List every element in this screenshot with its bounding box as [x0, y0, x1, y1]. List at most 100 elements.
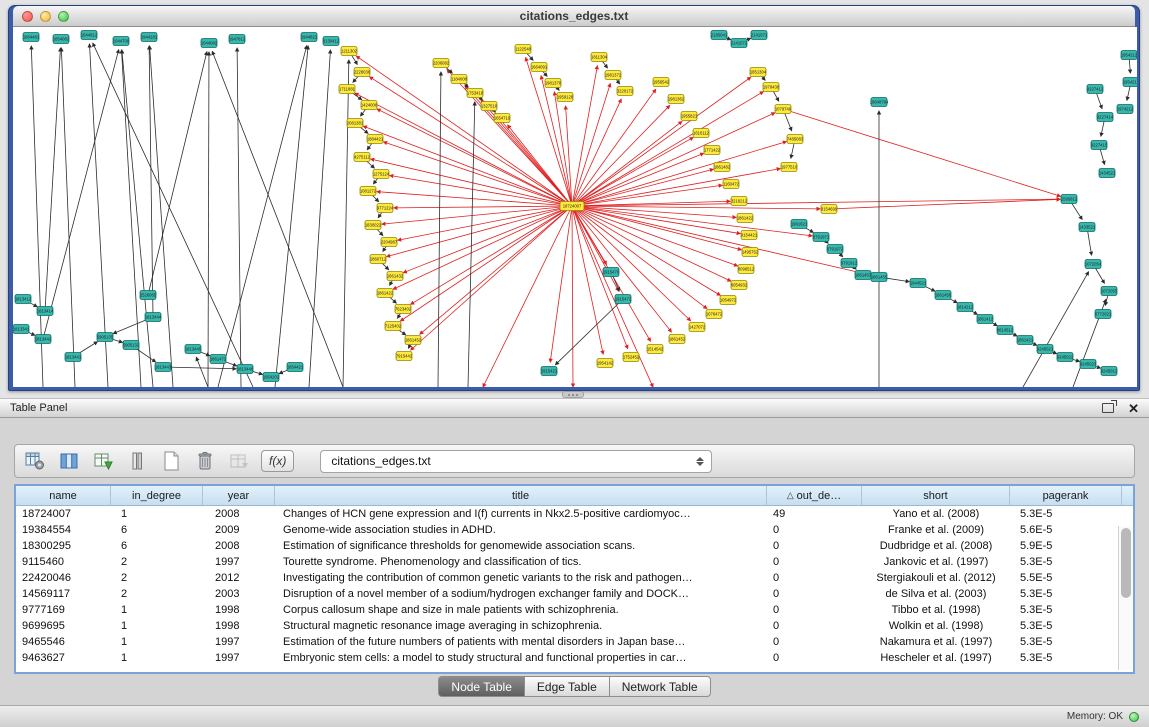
- graph-node[interactable]: 9771224: [377, 204, 394, 213]
- graph-node[interactable]: 1861472: [210, 355, 227, 364]
- graph-node[interactable]: 1830022: [365, 221, 382, 230]
- graph-node[interactable]: 9227415: [1091, 141, 1108, 150]
- graph-node[interactable]: 1771422: [704, 146, 721, 155]
- tab-network-table[interactable]: Network Table: [610, 676, 711, 697]
- table-row[interactable]: 946362711997Embryonic stem cells: a mode…: [16, 650, 1133, 666]
- graph-node[interactable]: 1814212: [957, 303, 974, 312]
- graph-node[interactable]: 1327518: [481, 102, 498, 111]
- graph-node[interactable]: 2206082: [433, 59, 450, 68]
- graph-node[interactable]: 5905135: [97, 333, 114, 342]
- graph-node[interactable]: 19648794: [870, 98, 889, 107]
- table-row[interactable]: 977716911998Corpus callosum shape and si…: [16, 602, 1133, 618]
- graph-node[interactable]: 1944812: [81, 31, 98, 40]
- graph-node[interactable]: 1861456: [935, 291, 952, 300]
- graph-node[interactable]: 1811304: [591, 53, 608, 62]
- graph-node[interactable]: 9245022: [1057, 353, 1074, 362]
- graph-node[interactable]: 2526065: [140, 291, 157, 300]
- graph-node[interactable]: 1954212: [1121, 51, 1137, 60]
- graph-node[interactable]: 8614512: [997, 326, 1014, 335]
- graph-node[interactable]: 9154421: [741, 231, 758, 240]
- graph-node[interactable]: 1813341: [13, 325, 30, 334]
- graph-node[interactable]: 1044082: [201, 39, 218, 48]
- graph-node[interactable]: 7485083: [787, 135, 804, 144]
- graph-node[interactable]: 1861455: [871, 273, 888, 282]
- graph-node[interactable]: 1915470: [603, 268, 620, 277]
- table-row[interactable]: 1830029562008Estimation of significance …: [16, 538, 1133, 554]
- table-vertical-scrollbar[interactable]: [1118, 526, 1133, 670]
- graph-node[interactable]: 1122548: [515, 45, 532, 54]
- tab-edge-table[interactable]: Edge Table: [525, 676, 610, 697]
- graph-node[interactable]: 1947812: [229, 35, 246, 44]
- graph-node[interactable]: 8130412: [323, 37, 340, 46]
- graph-node[interactable]: 1424006: [361, 101, 378, 110]
- graph-node[interactable]: 1616112: [693, 129, 710, 138]
- network-canvas[interactable]: 1211302222803617118811424006208138118844…: [13, 27, 1137, 387]
- graph-node[interactable]: 1851304: [750, 68, 767, 77]
- graph-node[interactable]: 8791972: [827, 245, 844, 254]
- graph-node[interactable]: 1044708: [113, 37, 130, 46]
- graph-node[interactable]: 8054932: [731, 281, 748, 290]
- import-file-icon[interactable]: [227, 449, 251, 473]
- graph-node[interactable]: 1861482: [714, 163, 731, 172]
- graph-node[interactable]: 1427072: [689, 323, 706, 332]
- graph-node[interactable]: 1915421: [541, 367, 558, 376]
- column-header-short[interactable]: short: [862, 486, 1010, 505]
- function-builder-button[interactable]: f(x): [261, 450, 294, 472]
- graph-node[interactable]: 1211302: [341, 47, 358, 56]
- graph-node[interactable]: 9245012: [1101, 367, 1118, 376]
- column-header-title[interactable]: title: [275, 486, 767, 505]
- graph-node[interactable]: 1981362: [668, 95, 685, 104]
- memory-status-indicator[interactable]: [1129, 712, 1139, 722]
- graph-node[interactable]: 9245021: [1037, 345, 1054, 354]
- graph-node[interactable]: 1954202: [263, 373, 280, 382]
- merge-rows-icon[interactable]: [125, 449, 149, 473]
- graph-node[interactable]: 2081381: [347, 119, 364, 128]
- graph-node[interactable]: 2204987: [381, 238, 398, 247]
- graph-node[interactable]: 1974212: [1117, 105, 1134, 114]
- graph-node[interactable]: 1955821: [681, 112, 698, 121]
- graph-node[interactable]: 1753418: [467, 89, 484, 98]
- graph-node[interactable]: 9227414: [1097, 113, 1114, 122]
- graph-node[interactable]: 1861421: [1017, 336, 1034, 345]
- delete-table-icon[interactable]: [193, 449, 217, 473]
- graph-node[interactable]: 1434521: [1099, 169, 1116, 178]
- graph-node[interactable]: 1944821: [301, 33, 318, 42]
- graph-node[interactable]: 1079749: [775, 105, 792, 114]
- graph-node[interactable]: 1977510: [781, 163, 798, 172]
- graph-node[interactable]: 1495752: [742, 248, 759, 257]
- graph-node[interactable]: 9227412: [1087, 85, 1104, 94]
- graph-node[interactable]: 1864481: [23, 33, 40, 42]
- graph-node[interactable]: 1854421: [287, 363, 304, 372]
- zoom-window-button[interactable]: [58, 11, 69, 22]
- scrollbar-thumb[interactable]: [1121, 528, 1131, 598]
- graph-node[interactable]: 7125402: [385, 322, 402, 331]
- graph-node[interactable]: 18724007: [560, 202, 584, 211]
- graph-node[interactable]: 2141072: [731, 39, 748, 48]
- graph-node[interactable]: 1884421: [367, 135, 384, 144]
- graph-node[interactable]: 5905132: [123, 341, 140, 350]
- graph-node[interactable]: 8791971: [813, 233, 830, 242]
- graph-node[interactable]: 1860712: [370, 255, 387, 264]
- graph-node[interactable]: 1595812: [1061, 195, 1078, 204]
- graph-node[interactable]: 1813445: [185, 345, 202, 354]
- table-row[interactable]: 969969511998Structural magnetic resonanc…: [16, 618, 1133, 634]
- graph-node[interactable]: 1861422: [737, 214, 754, 223]
- graph-node[interactable]: 1813444: [145, 313, 162, 322]
- network-svg[interactable]: 1211302222803617118811424006208138118844…: [13, 27, 1137, 387]
- graph-node[interactable]: 2228036: [354, 68, 371, 77]
- graph-node[interactable]: 1813412: [15, 295, 32, 304]
- graph-node[interactable]: 1861422: [377, 289, 394, 298]
- graph-node[interactable]: 8791912: [841, 259, 858, 268]
- table-row[interactable]: 946554611997Estimation of the future num…: [16, 634, 1133, 650]
- graph-node[interactable]: 1072055: [1101, 287, 1118, 296]
- tab-node-table[interactable]: Node Table: [438, 676, 525, 697]
- column-visibility-icon[interactable]: [57, 449, 81, 473]
- graph-node[interactable]: 2185041: [711, 31, 728, 40]
- graph-node[interactable]: 1661432: [387, 272, 404, 281]
- graph-node[interactable]: 1813443: [155, 363, 172, 372]
- column-header-name[interactable]: name: [16, 486, 111, 505]
- table-select-combobox[interactable]: citations_edges.txt: [320, 450, 712, 473]
- table-row[interactable]: 1456911722003Disruption of a novel membe…: [16, 586, 1133, 602]
- column-header-pagerank[interactable]: pagerank: [1010, 486, 1122, 505]
- graph-node[interactable]: 1813446: [237, 365, 254, 374]
